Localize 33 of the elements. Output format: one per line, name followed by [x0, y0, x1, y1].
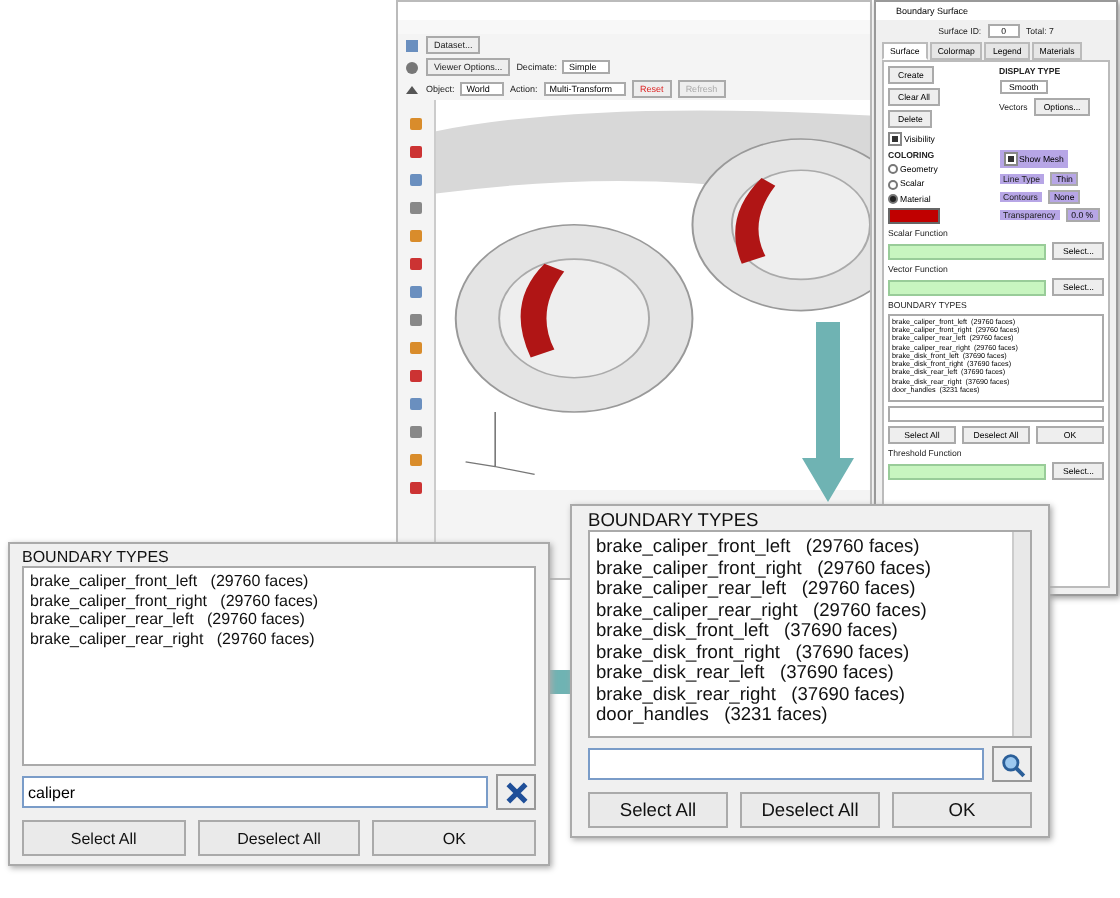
list-item[interactable]: brake_disk_front_right (37690 faces) — [596, 641, 910, 662]
list-item[interactable]: brake_disk_front_left (37690 faces) — [596, 620, 898, 641]
search-field[interactable]: caliper — [22, 776, 488, 808]
dialog-button[interactable]: OK — [892, 792, 1032, 828]
dialog-button[interactable]: Select All — [588, 792, 728, 828]
list-item[interactable]: brake_disk_rear_left (37690 faces) — [596, 662, 894, 683]
vector-function-field[interactable] — [888, 279, 1047, 296]
dialog-button[interactable]: Deselect All — [740, 792, 880, 828]
list-item[interactable]: brake_caliper_rear_left (29760 faces) — [596, 578, 916, 599]
list-item[interactable]: brake_disk_rear_right (37690 faces) — [596, 683, 906, 704]
list-item[interactable]: door_handles (3231 faces) — [596, 704, 828, 725]
list-item[interactable]: brake_caliper_rear_right (29760 faces) — [30, 629, 315, 648]
search-icon — [999, 751, 1025, 777]
list-item[interactable]: brake_caliper_rear_right (29760 faces) — [596, 599, 927, 620]
close-icon — [503, 779, 529, 805]
scrollbar[interactable] — [1012, 532, 1030, 736]
clear-button[interactable] — [496, 774, 536, 810]
list-item[interactable]: brake_caliper_front_right (29760 faces) — [596, 557, 931, 578]
search-button[interactable] — [992, 746, 1032, 782]
search-field[interactable] — [888, 406, 1104, 423]
threshold-function-field[interactable] — [888, 463, 1047, 480]
search-field[interactable] — [588, 748, 984, 780]
color-swatch[interactable] — [888, 208, 940, 225]
list-heading: BOUNDARY TYPES — [588, 510, 761, 530]
scalar-function-field[interactable] — [888, 243, 1047, 260]
dialog-button[interactable]: Select All — [22, 820, 186, 856]
dialog-button[interactable]: OK — [372, 820, 537, 856]
dialog-button[interactable]: Deselect All — [197, 820, 361, 856]
list-item[interactable]: brake_caliper_front_left (29760 faces) — [596, 536, 920, 557]
list-item[interactable]: brake_caliper_front_right (29760 faces) — [30, 591, 319, 610]
list-heading: BOUNDARY TYPES — [22, 548, 171, 566]
list-item[interactable]: brake_caliper_front_left (29760 faces) — [30, 572, 309, 591]
list-item[interactable]: brake_caliper_rear_left (29760 faces) — [30, 610, 305, 629]
